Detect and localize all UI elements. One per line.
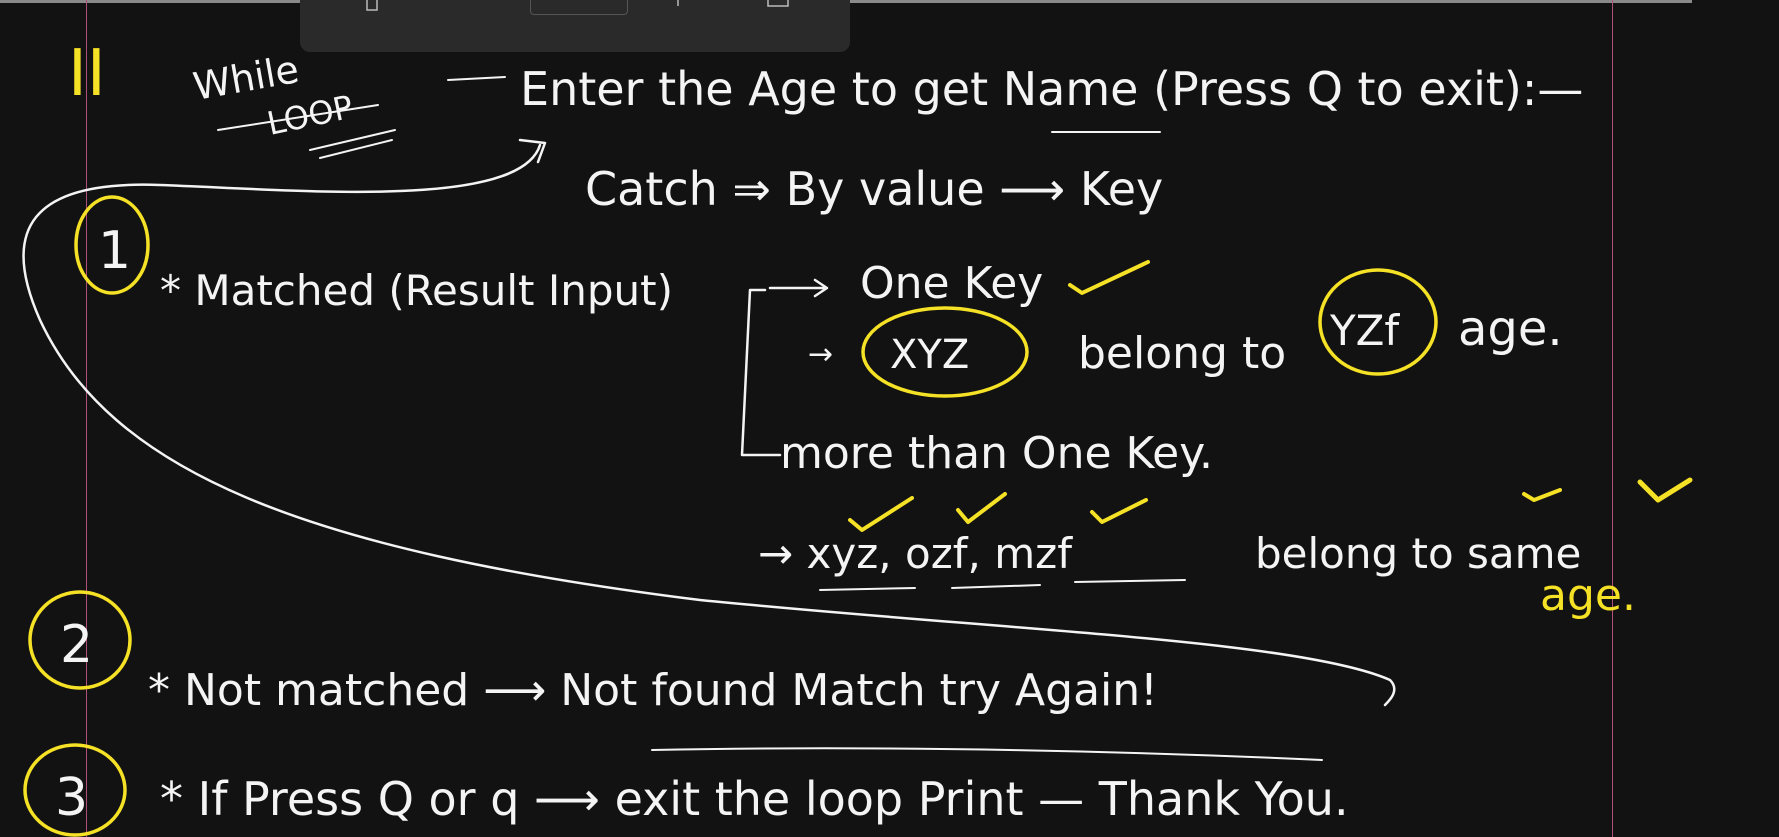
example-mid: belong to [1078, 328, 1286, 379]
more-keys-text: more than One Key. [780, 428, 1213, 479]
multi-names: → xyz, ozf, mzf [758, 529, 1073, 578]
heading-text: Enter the Age to get Name (Press Q to ex… [520, 62, 1583, 116]
title-loop: LOOP [264, 88, 356, 143]
not-found-underline [651, 747, 1323, 761]
dash-mark [447, 76, 506, 81]
title-underline [309, 129, 396, 151]
case2-text: * Not matched ⟶ Not found Match try Agai… [148, 665, 1158, 716]
multi-age: age. [1540, 570, 1636, 621]
tick-mark [956, 492, 1007, 524]
whiteboard-canvas[interactable]: II While LOOP Enter the Age to get Name … [0, 0, 1779, 837]
tick-mark [1090, 498, 1148, 524]
names-underline [819, 579, 1186, 591]
title-while: While [190, 47, 302, 109]
catch-text: Catch ⇒ By value ⟶ Key [585, 162, 1163, 216]
case3-text: * If Press Q or q ⟶ exit the loop Print … [160, 772, 1349, 826]
example-age: YZf [1329, 306, 1400, 355]
case1-text: * Matched (Result Input) [160, 266, 673, 315]
one-key-text: One Key [860, 258, 1043, 309]
tick-mark [1068, 260, 1150, 295]
title-underline [319, 139, 393, 159]
case-number-1: 1 [98, 221, 131, 281]
tick-mark [1522, 488, 1562, 502]
example-arrow: → [808, 337, 833, 372]
section-mark: II [68, 37, 106, 111]
case-number-3: 3 [55, 768, 88, 828]
case-number-2: 2 [60, 615, 93, 675]
tick-mark [1637, 477, 1693, 503]
multi-mid: belong to same [1255, 529, 1581, 578]
example-end: age. [1458, 301, 1563, 357]
tick-mark [848, 496, 914, 532]
loop-arrow [22, 143, 1396, 707]
branch-arrow [768, 278, 829, 298]
example-name: XYZ [890, 332, 969, 378]
branch-bracket [740, 288, 782, 457]
